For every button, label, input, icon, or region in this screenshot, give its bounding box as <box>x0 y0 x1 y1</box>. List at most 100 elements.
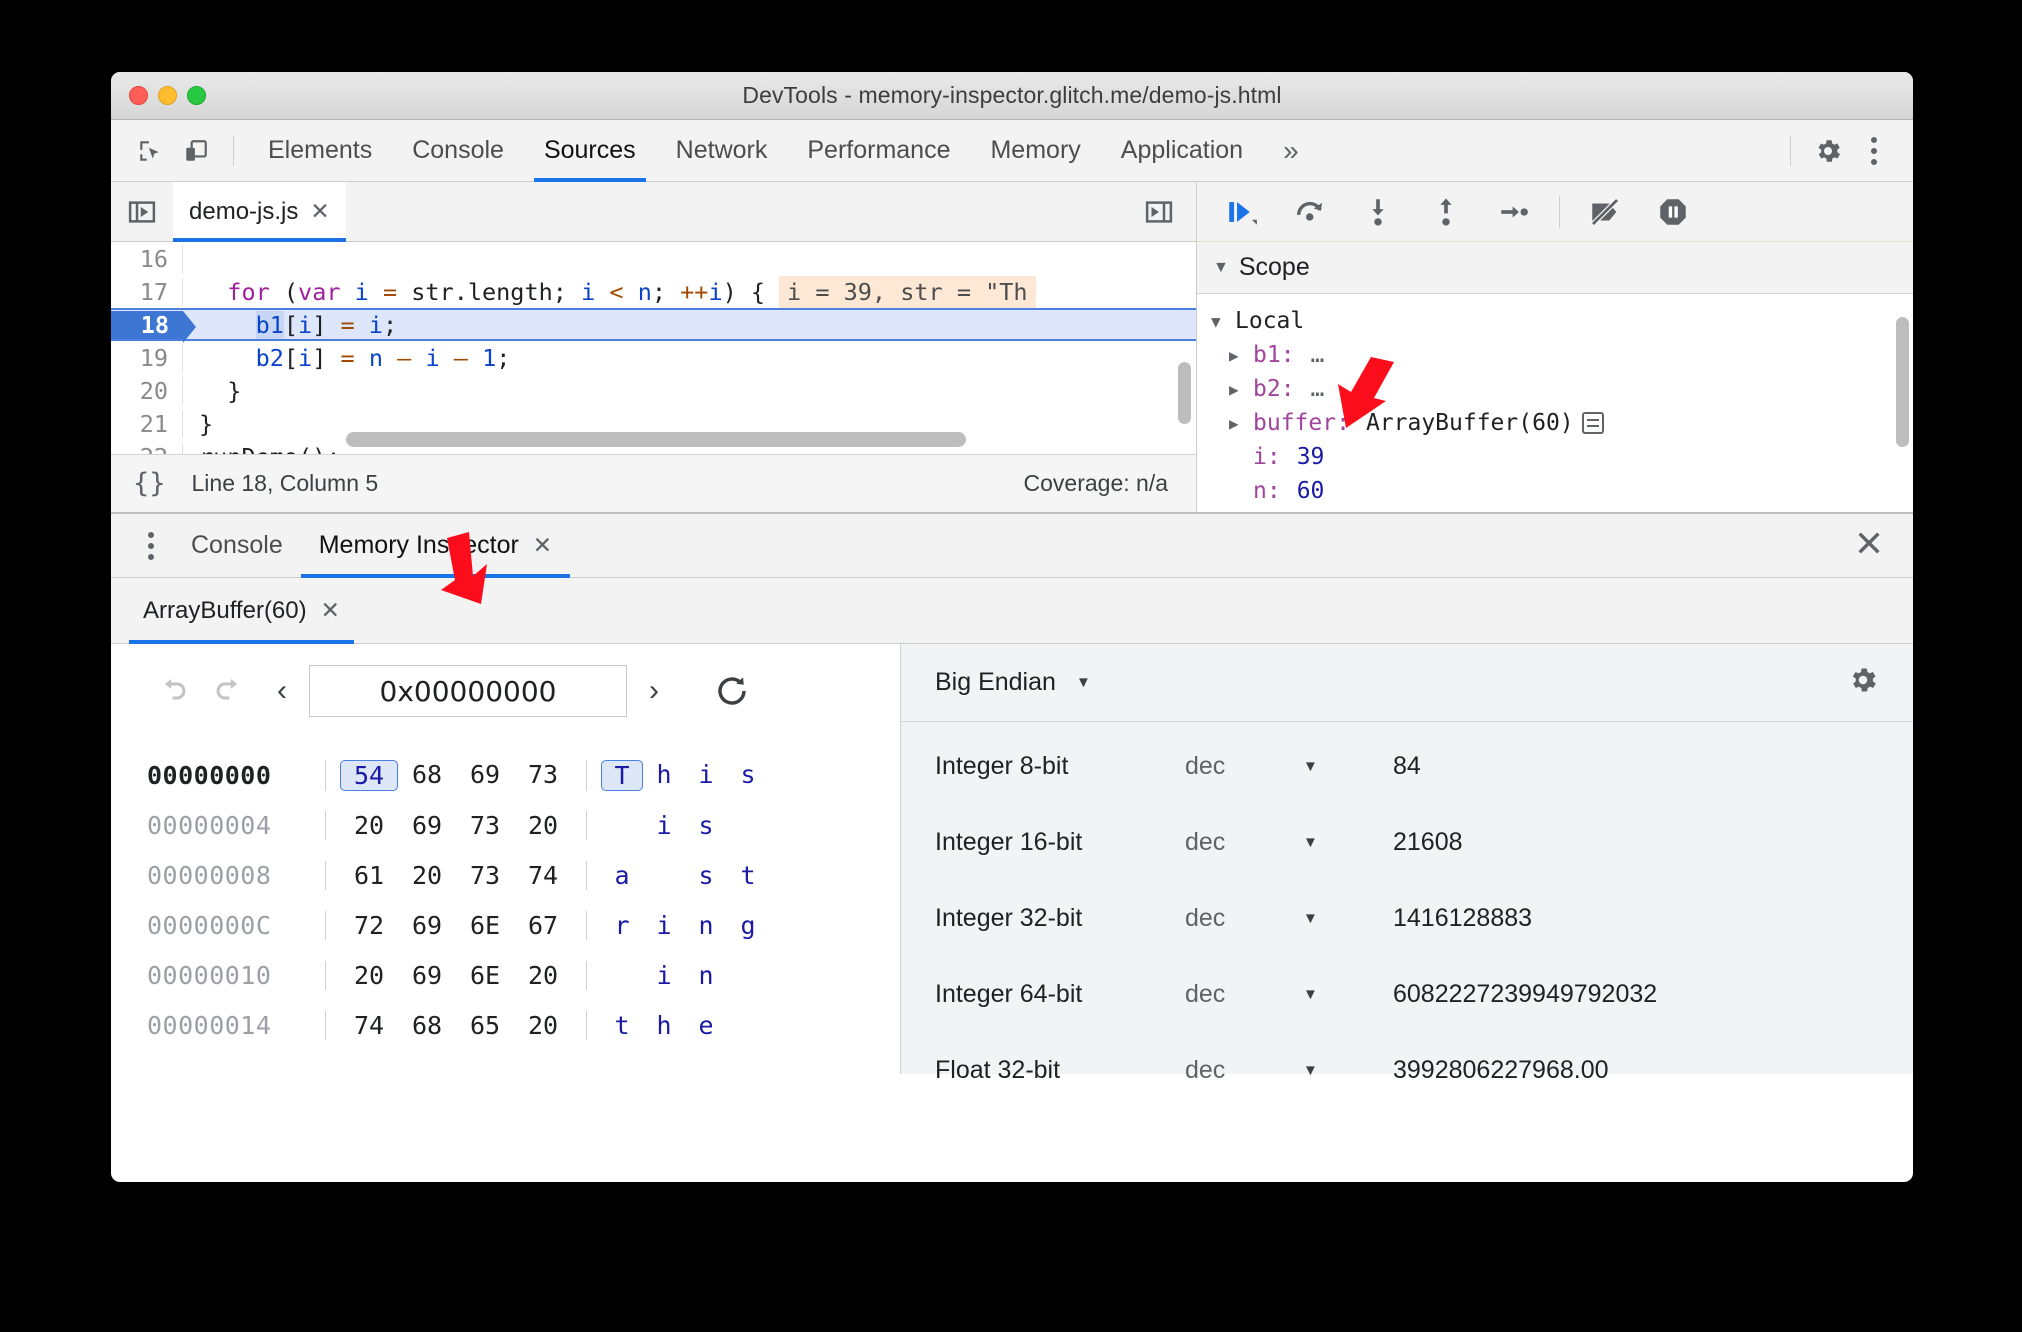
scope-section-header[interactable]: ▼ Scope <box>1197 242 1913 294</box>
value-interpreter-settings-gear-icon[interactable] <box>1847 664 1879 701</box>
settings-gear-icon[interactable] <box>1805 130 1851 172</box>
ascii-cell[interactable]: t <box>727 861 769 890</box>
line-number[interactable]: 18 <box>111 310 196 343</box>
hex-byte-cell[interactable]: 68 <box>398 1011 456 1040</box>
ascii-cell[interactable]: g <box>727 911 769 940</box>
step-over-next-function-call-icon[interactable] <box>1287 189 1333 235</box>
previous-page-button[interactable]: ‹ <box>255 674 309 708</box>
ascii-cell[interactable] <box>727 811 769 840</box>
drawer-more-options-kebab-icon[interactable] <box>129 531 173 560</box>
drawer-tab-memory-inspector[interactable]: Memory Inspector ✕ <box>300 514 571 578</box>
close-icon[interactable]: ✕ <box>533 532 552 559</box>
hex-byte-cell[interactable]: 20 <box>514 811 572 840</box>
deactivate-breakpoints-icon[interactable] <box>1582 189 1628 235</box>
hex-byte-cell[interactable]: 20 <box>398 861 456 890</box>
step-out-of-current-function-icon[interactable] <box>1423 189 1469 235</box>
scope-row[interactable]: ▶ b1:… <box>1211 338 1913 372</box>
hex-byte-cell[interactable]: 20 <box>514 1011 572 1040</box>
redo-icon[interactable] <box>201 664 255 718</box>
chevron-down-icon[interactable]: ▼ <box>1303 1062 1393 1079</box>
device-toolbar-icon[interactable] <box>173 130 219 172</box>
chevron-right-icon[interactable]: ▶ <box>1229 346 1247 365</box>
resume-script-execution-icon[interactable] <box>1219 189 1265 235</box>
ascii-cell[interactable] <box>601 811 643 840</box>
hex-byte-cell[interactable]: 73 <box>514 760 572 791</box>
hex-byte-cell[interactable]: 20 <box>340 961 398 990</box>
value-mode-select[interactable]: dec <box>1185 828 1303 857</box>
scope-group-local[interactable]: ▼ Local <box>1211 304 1913 338</box>
memory-address-input[interactable]: 0x00000000 <box>309 665 627 717</box>
ascii-cell[interactable] <box>727 961 769 990</box>
pause-on-exceptions-icon[interactable] <box>1650 189 1696 235</box>
hex-byte-cell[interactable]: 69 <box>398 961 456 990</box>
ascii-cell[interactable]: T <box>601 759 643 791</box>
ascii-cell[interactable]: r <box>601 911 643 940</box>
tab-sources[interactable]: Sources <box>524 120 656 182</box>
inspect-element-icon[interactable] <box>127 130 173 172</box>
hex-byte-cell[interactable]: 6E <box>456 911 514 940</box>
hex-byte-cell[interactable]: 69 <box>398 811 456 840</box>
hex-byte-cell[interactable]: 74 <box>340 1011 398 1040</box>
tab-elements[interactable]: Elements <box>248 120 392 182</box>
code-line[interactable]: 19 b2[i] = n – i – 1; <box>111 341 1196 374</box>
ascii-cell[interactable] <box>601 961 643 990</box>
chevron-down-icon[interactable]: ▼ <box>1303 986 1393 1003</box>
zoom-window-button[interactable] <box>187 86 206 105</box>
tab-performance[interactable]: Performance <box>787 120 970 182</box>
ascii-cell[interactable]: h <box>643 760 685 791</box>
ascii-cell[interactable]: h <box>643 1011 685 1040</box>
ascii-cell[interactable]: i <box>685 760 727 791</box>
ascii-cell[interactable]: e <box>685 1011 727 1040</box>
line-number[interactable]: 22 <box>111 442 183 454</box>
code-line[interactable]: 18 b1[i] = i; <box>111 308 1196 343</box>
reveal-in-memory-inspector-icon[interactable] <box>1581 412 1604 434</box>
chevron-down-icon[interactable]: ▼ <box>1303 834 1393 851</box>
code-editor[interactable]: 16 17 for (var i = str.length; i < n; ++i… <box>111 242 1196 454</box>
hex-byte-cell[interactable]: 74 <box>514 861 572 890</box>
pretty-print-icon[interactable]: {} <box>133 468 166 499</box>
hex-byte-cell[interactable]: 20 <box>514 961 572 990</box>
step-into-next-function-call-icon[interactable] <box>1355 189 1401 235</box>
hex-byte-cell[interactable]: 65 <box>456 1011 514 1040</box>
next-page-button[interactable]: › <box>627 674 681 708</box>
show-debugger-icon[interactable] <box>1144 197 1196 227</box>
line-number[interactable]: 17 <box>111 277 183 306</box>
scope-row[interactable]: i: 39 <box>1211 440 1913 474</box>
hex-byte-cell[interactable]: 20 <box>340 811 398 840</box>
value-mode-select[interactable]: dec <box>1185 752 1303 781</box>
ascii-cell[interactable]: i <box>643 961 685 990</box>
close-window-button[interactable] <box>129 86 148 105</box>
ascii-cell[interactable] <box>643 861 685 890</box>
step-icon[interactable] <box>1491 189 1537 235</box>
tab-memory[interactable]: Memory <box>970 120 1100 182</box>
drawer-tab-console[interactable]: Console <box>173 514 301 578</box>
hex-byte-cell[interactable]: 72 <box>340 911 398 940</box>
more-tabs-chevron-icon[interactable]: » <box>1263 120 1319 182</box>
ascii-cell[interactable]: i <box>643 911 685 940</box>
hex-byte-cell[interactable]: 6E <box>456 961 514 990</box>
hex-byte-cell[interactable]: 61 <box>340 861 398 890</box>
refresh-icon[interactable] <box>705 664 759 718</box>
ascii-cell[interactable]: s <box>727 760 769 791</box>
chevron-down-icon[interactable]: ▼ <box>1076 674 1091 691</box>
tab-console[interactable]: Console <box>392 120 524 182</box>
scope-row[interactable]: ▶ b2:… <box>1211 372 1913 406</box>
endianness-select[interactable]: Big Endian <box>935 668 1056 697</box>
code-line[interactable]: 20 } <box>111 374 1196 407</box>
hex-dump[interactable]: 00000000 54 68 69 73 Th i s 00000004 20 69 73 20 is … <box>111 738 900 1050</box>
ascii-cell[interactable]: n <box>685 961 727 990</box>
scope-row[interactable]: n: 60 <box>1211 474 1913 508</box>
line-number[interactable]: 20 <box>111 376 183 405</box>
ascii-cell[interactable]: n <box>685 911 727 940</box>
tab-network[interactable]: Network <box>656 120 788 182</box>
close-drawer-button[interactable] <box>1853 527 1913 564</box>
scope-row[interactable]: ▶ buffer: ArrayBuffer(60) <box>1211 406 1913 440</box>
line-number[interactable]: 19 <box>111 343 183 372</box>
chevron-right-icon[interactable]: ▶ <box>1229 414 1247 433</box>
show-navigator-icon[interactable] <box>111 197 173 227</box>
hex-byte-cell[interactable]: 69 <box>398 911 456 940</box>
undo-icon[interactable] <box>147 664 201 718</box>
chevron-down-icon[interactable]: ▼ <box>1303 910 1393 927</box>
hex-byte-cell[interactable]: 68 <box>398 760 456 791</box>
tab-application[interactable]: Application <box>1101 120 1263 182</box>
